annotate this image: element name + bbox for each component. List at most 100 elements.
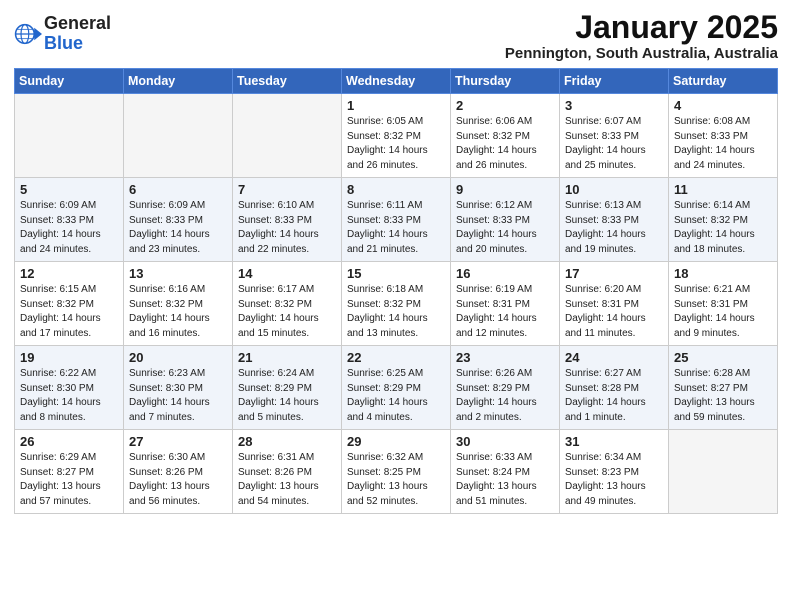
calendar-cell: 25 Sunrise: 6:28 AM Sunset: 8:27 PM Dayli… — [669, 346, 778, 430]
calendar-cell: 31 Sunrise: 6:34 AM Sunset: 8:23 PM Dayli… — [560, 430, 669, 514]
header: General Blue January 2025 Pennington, So… — [14, 10, 778, 62]
day-info: Sunrise: 6:05 AM Sunset: 8:32 PM Dayligh… — [347, 115, 445, 173]
calendar-cell: 14 Sunrise: 6:17 AM Sunset: 8:32 PM Dayli… — [233, 262, 342, 346]
calendar-cell: 8 Sunrise: 6:11 AM Sunset: 8:33 PM Daylig… — [342, 178, 451, 262]
day-number: 27 — [129, 434, 227, 449]
calendar-cell — [233, 94, 342, 178]
day-info: Sunrise: 6:22 AM Sunset: 8:30 PM Dayligh… — [20, 367, 118, 425]
calendar-cell: 23Sunrise: 6:26 AM Sunset: 8:29 PM Dayli… — [451, 346, 560, 430]
calendar-cell — [124, 94, 233, 178]
day-info: Sunrise: 6:20 AM Sunset: 8:31 PM Dayligh… — [565, 283, 663, 341]
day-info: Sunrise: 6:09 AM Sunset: 8:33 PM Dayligh… — [20, 199, 118, 257]
day-number: 4 — [674, 98, 772, 113]
day-info: Sunrise: 6:06 AM Sunset: 8:32 PM Dayligh… — [456, 115, 554, 173]
month-title: January 2025 — [505, 10, 778, 45]
week-row-2: 5 Sunrise: 6:09 AM Sunset: 8:33 PM Daylig… — [15, 178, 778, 262]
week-row-5: 26 Sunrise: 6:29 AM Sunset: 8:27 PM Dayli… — [15, 430, 778, 514]
day-number: 31 — [565, 434, 663, 449]
day-info: Sunrise: 6:07 AM Sunset: 8:33 PM Dayligh… — [565, 115, 663, 173]
calendar-cell: 3 Sunrise: 6:07 AM Sunset: 8:33 PM Daylig… — [560, 94, 669, 178]
calendar-cell: 13Sunrise: 6:16 AM Sunset: 8:32 PM Dayli… — [124, 262, 233, 346]
calendar-cell — [669, 430, 778, 514]
day-number: 1 — [347, 98, 445, 113]
calendar-cell: 5 Sunrise: 6:09 AM Sunset: 8:33 PM Daylig… — [15, 178, 124, 262]
day-info: Sunrise: 6:10 AM Sunset: 8:33 PM Dayligh… — [238, 199, 336, 257]
day-info: Sunrise: 6:27 AM Sunset: 8:28 PM Dayligh… — [565, 367, 663, 425]
weekday-header-friday: Friday — [560, 69, 669, 94]
day-info: Sunrise: 6:15 AM Sunset: 8:32 PM Dayligh… — [20, 283, 118, 341]
day-number: 7 — [238, 182, 336, 197]
calendar: SundayMondayTuesdayWednesdayThursdayFrid… — [14, 68, 778, 514]
day-number: 11 — [674, 182, 772, 197]
calendar-cell: 29 Sunrise: 6:32 AM Sunset: 8:25 PM Dayli… — [342, 430, 451, 514]
day-number: 16 — [456, 266, 554, 281]
calendar-cell: 12 Sunrise: 6:15 AM Sunset: 8:32 PM Dayli… — [15, 262, 124, 346]
day-info: Sunrise: 6:23 AM Sunset: 8:30 PM Dayligh… — [129, 367, 227, 425]
calendar-cell — [15, 94, 124, 178]
day-info: Sunrise: 6:34 AM Sunset: 8:23 PM Dayligh… — [565, 451, 663, 509]
weekday-header-thursday: Thursday — [451, 69, 560, 94]
logo-text: General Blue — [44, 14, 111, 54]
day-number: 29 — [347, 434, 445, 449]
day-info: Sunrise: 6:31 AM Sunset: 8:26 PM Dayligh… — [238, 451, 336, 509]
logo-general: General — [44, 14, 111, 34]
calendar-cell: 18Sunrise: 6:21 AM Sunset: 8:31 PM Dayli… — [669, 262, 778, 346]
calendar-cell: 22 Sunrise: 6:25 AM Sunset: 8:29 PM Dayli… — [342, 346, 451, 430]
day-info: Sunrise: 6:17 AM Sunset: 8:32 PM Dayligh… — [238, 283, 336, 341]
calendar-cell: 2 Sunrise: 6:06 AM Sunset: 8:32 PM Daylig… — [451, 94, 560, 178]
day-info: Sunrise: 6:12 AM Sunset: 8:33 PM Dayligh… — [456, 199, 554, 257]
calendar-cell: 6 Sunrise: 6:09 AM Sunset: 8:33 PM Daylig… — [124, 178, 233, 262]
day-info: Sunrise: 6:25 AM Sunset: 8:29 PM Dayligh… — [347, 367, 445, 425]
day-number: 12 — [20, 266, 118, 281]
day-number: 30 — [456, 434, 554, 449]
weekday-header-row: SundayMondayTuesdayWednesdayThursdayFrid… — [15, 69, 778, 94]
location-title: Pennington, South Australia, Australia — [505, 45, 778, 62]
calendar-cell: 27Sunrise: 6:30 AM Sunset: 8:26 PM Dayli… — [124, 430, 233, 514]
day-number: 20 — [129, 350, 227, 365]
calendar-cell: 21 Sunrise: 6:24 AM Sunset: 8:29 PM Dayli… — [233, 346, 342, 430]
day-info: Sunrise: 6:13 AM Sunset: 8:33 PM Dayligh… — [565, 199, 663, 257]
calendar-cell: 30Sunrise: 6:33 AM Sunset: 8:24 PM Dayli… — [451, 430, 560, 514]
calendar-cell: 26 Sunrise: 6:29 AM Sunset: 8:27 PM Dayli… — [15, 430, 124, 514]
day-number: 21 — [238, 350, 336, 365]
day-info: Sunrise: 6:09 AM Sunset: 8:33 PM Dayligh… — [129, 199, 227, 257]
day-number: 14 — [238, 266, 336, 281]
week-row-4: 19 Sunrise: 6:22 AM Sunset: 8:30 PM Dayli… — [15, 346, 778, 430]
calendar-cell: 19 Sunrise: 6:22 AM Sunset: 8:30 PM Dayli… — [15, 346, 124, 430]
weekday-header-tuesday: Tuesday — [233, 69, 342, 94]
weekday-header-saturday: Saturday — [669, 69, 778, 94]
day-number: 3 — [565, 98, 663, 113]
day-number: 8 — [347, 182, 445, 197]
day-info: Sunrise: 6:28 AM Sunset: 8:27 PM Dayligh… — [674, 367, 772, 425]
day-number: 25 — [674, 350, 772, 365]
day-info: Sunrise: 6:24 AM Sunset: 8:29 PM Dayligh… — [238, 367, 336, 425]
page: General Blue January 2025 Pennington, So… — [0, 0, 792, 612]
day-number: 22 — [347, 350, 445, 365]
day-info: Sunrise: 6:18 AM Sunset: 8:32 PM Dayligh… — [347, 283, 445, 341]
day-number: 23 — [456, 350, 554, 365]
week-row-1: 1 Sunrise: 6:05 AM Sunset: 8:32 PM Daylig… — [15, 94, 778, 178]
calendar-cell: 4Sunrise: 6:08 AM Sunset: 8:33 PM Daylig… — [669, 94, 778, 178]
calendar-cell: 11 Sunrise: 6:14 AM Sunset: 8:32 PM Dayli… — [669, 178, 778, 262]
day-info: Sunrise: 6:32 AM Sunset: 8:25 PM Dayligh… — [347, 451, 445, 509]
day-number: 19 — [20, 350, 118, 365]
calendar-cell: 10Sunrise: 6:13 AM Sunset: 8:33 PM Dayli… — [560, 178, 669, 262]
day-number: 2 — [456, 98, 554, 113]
day-number: 26 — [20, 434, 118, 449]
logo-blue: Blue — [44, 34, 111, 54]
day-info: Sunrise: 6:19 AM Sunset: 8:31 PM Dayligh… — [456, 283, 554, 341]
day-info: Sunrise: 6:21 AM Sunset: 8:31 PM Dayligh… — [674, 283, 772, 341]
day-info: Sunrise: 6:14 AM Sunset: 8:32 PM Dayligh… — [674, 199, 772, 257]
week-row-3: 12 Sunrise: 6:15 AM Sunset: 8:32 PM Dayli… — [15, 262, 778, 346]
calendar-cell: 20 Sunrise: 6:23 AM Sunset: 8:30 PM Dayli… — [124, 346, 233, 430]
calendar-cell: 24Sunrise: 6:27 AM Sunset: 8:28 PM Dayli… — [560, 346, 669, 430]
day-info: Sunrise: 6:11 AM Sunset: 8:33 PM Dayligh… — [347, 199, 445, 257]
day-number: 6 — [129, 182, 227, 197]
day-number: 28 — [238, 434, 336, 449]
day-number: 17 — [565, 266, 663, 281]
title-area: January 2025 Pennington, South Australia… — [505, 10, 778, 62]
calendar-cell: 1 Sunrise: 6:05 AM Sunset: 8:32 PM Daylig… — [342, 94, 451, 178]
weekday-header-sunday: Sunday — [15, 69, 124, 94]
day-info: Sunrise: 6:29 AM Sunset: 8:27 PM Dayligh… — [20, 451, 118, 509]
day-number: 5 — [20, 182, 118, 197]
